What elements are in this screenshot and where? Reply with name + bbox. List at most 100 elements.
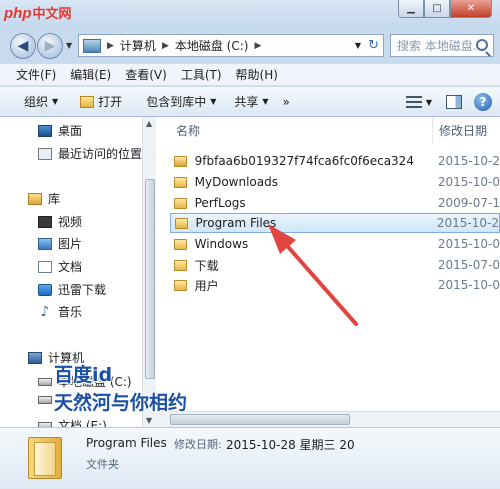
nav-label: 最近访问的位置 (58, 147, 142, 161)
toolbar-right: ▼ ? (405, 87, 500, 117)
menu-tools[interactable]: 工具(T) (174, 66, 229, 83)
nav-item-documents[interactable]: 文档 (38, 258, 82, 275)
include-in-library-label: 包含到库中 (146, 95, 207, 109)
locked-folder-icon (174, 155, 187, 167)
navigation-scrollbar[interactable]: ▲ ▼ (142, 117, 156, 427)
view-options-icon[interactable] (405, 96, 422, 108)
file-row[interactable]: 9fbfaa6b019327f74fca6fc0f6eca324 2015-10… (170, 151, 500, 171)
recent-pages-dropdown[interactable]: ▼ (66, 41, 72, 50)
nav-label: 文档 (58, 260, 83, 274)
thunder-download-icon (38, 283, 52, 296)
breadcrumb-separator[interactable]: ▶ (107, 41, 114, 51)
nav-item-videos[interactable]: 视频 (38, 213, 82, 230)
file-name: 9fbfaa6b019327f74fca6fc0f6eca324 (194, 154, 414, 168)
nav-label: 图片 (58, 237, 83, 251)
chevron-down-icon: ▼ (210, 97, 217, 106)
file-date: 2015-10-0 (437, 278, 500, 292)
close-button[interactable]: ✕ (450, 0, 492, 18)
file-date: 2015-07-0 (437, 258, 500, 272)
scrollbar-thumb[interactable] (170, 414, 350, 425)
file-row[interactable]: Windows 2015-10-0 (170, 234, 500, 254)
file-date: 2015-10-2 (436, 216, 499, 230)
file-row[interactable]: PerfLogs 2009-07-1 (170, 193, 500, 213)
search-icon[interactable] (476, 39, 488, 51)
breadcrumb-separator[interactable]: ▶ (162, 41, 169, 51)
breadcrumb-computer[interactable]: 计算机 (120, 37, 156, 54)
menu-help[interactable]: 帮助(H) (229, 66, 285, 83)
column-header-date-modified[interactable]: 修改日期 (432, 117, 487, 143)
nav-label: 文档 (E:) (58, 419, 107, 427)
folder-icon (174, 259, 187, 271)
details-date-value: 2015-10-28 星期三 20 (226, 438, 355, 452)
folder-icon (174, 238, 187, 250)
file-name: MyDownloads (194, 175, 278, 189)
nav-item-libraries[interactable]: 库 (28, 190, 60, 207)
drive-icon (38, 396, 52, 404)
file-name: PerfLogs (194, 196, 246, 210)
column-header-name[interactable]: 名称 (176, 117, 200, 143)
computer-icon (83, 38, 101, 53)
folder-icon (175, 217, 188, 229)
file-name: Program Files (195, 216, 277, 230)
help-icon[interactable]: ? (474, 93, 492, 111)
recent-places-icon (38, 147, 52, 160)
nav-label: 桌面 (58, 124, 83, 138)
back-button[interactable]: ◀ (10, 33, 36, 59)
share-button[interactable]: 共享 ▼ (224, 93, 276, 110)
open-button[interactable]: 打开 (66, 93, 130, 110)
nav-item-thunder-downloads[interactable]: 迅雷下载 (38, 281, 106, 298)
folder-icon (174, 279, 187, 291)
watermark-line-2: 天然河与你相约 (54, 392, 188, 414)
forward-button[interactable]: ▶ (37, 33, 63, 59)
nav-label: 迅雷下载 (58, 283, 107, 297)
nav-label: 视频 (58, 215, 83, 229)
maximize-button[interactable]: □ (424, 0, 450, 18)
preview-pane-icon[interactable] (446, 95, 462, 109)
include-in-library-button[interactable]: 包含到库中 ▼ (130, 93, 224, 110)
minimize-button[interactable]: ▁ (398, 0, 424, 18)
refresh-icon[interactable]: ↻ (368, 38, 379, 53)
scroll-down-icon[interactable]: ▼ (146, 416, 152, 425)
computer-icon (28, 351, 42, 364)
window-controls: ▁ □ ✕ (398, 0, 492, 18)
nav-item-drive-e[interactable]: 文档 (E:) (38, 417, 107, 427)
scroll-up-icon[interactable]: ▲ (146, 119, 152, 128)
file-row[interactable]: 用户 2015-10-0 (170, 275, 500, 295)
nav-item-desktop[interactable]: 桌面 (38, 122, 82, 139)
address-row: ◀ ▶ ▼ ▶ 计算机 ▶ 本地磁盘 (C:) ▶ ▼ ↻ 搜索 本地磁盘... (0, 30, 500, 62)
more-commands-button[interactable]: » (277, 95, 298, 109)
organize-button[interactable]: 组织 ▼ (0, 93, 66, 110)
details-name: Program Files (86, 436, 167, 450)
scrollbar-thumb[interactable] (145, 179, 155, 379)
nav-item-recent-places[interactable]: 最近访问的位置 (38, 145, 142, 162)
details-date-label: 修改日期: (174, 438, 222, 451)
menu-file[interactable]: 文件(F) (0, 66, 63, 83)
chevron-down-icon[interactable]: ▼ (426, 98, 432, 107)
file-row[interactable]: MyDownloads 2015-10-0 (170, 172, 500, 192)
music-icon: ♪ (40, 303, 50, 320)
breadcrumb-separator[interactable]: ▶ (254, 41, 261, 51)
documents-icon (38, 260, 52, 273)
menu-view[interactable]: 查看(V) (118, 66, 174, 83)
file-row[interactable]: 下载 2015-07-0 (170, 255, 500, 275)
file-name: 下载 (194, 258, 219, 273)
file-date: 2015-10-0 (437, 237, 500, 251)
horizontal-scrollbar[interactable] (156, 411, 500, 427)
breadcrumb-local-disk[interactable]: 本地磁盘 (C:) (175, 37, 249, 54)
organize-label: 组织 (24, 95, 49, 109)
nav-item-pictures[interactable]: 图片 (38, 235, 82, 252)
logo-php: php (4, 5, 32, 22)
address-bar[interactable]: ▶ 计算机 ▶ 本地磁盘 (C:) ▶ ▼ ↻ (78, 34, 384, 57)
file-date: 2009-07-1 (437, 196, 500, 210)
chevron-down-icon: ▼ (52, 97, 59, 106)
menu-edit[interactable]: 编辑(E) (63, 66, 118, 83)
file-date: 2015-10-2 (437, 154, 500, 168)
chevron-down-icon: ▼ (262, 97, 269, 106)
file-row-selected[interactable]: Program Files 2015-10-2 (170, 213, 500, 233)
file-name: 用户 (194, 278, 219, 293)
nav-item-music[interactable]: ♪ 音乐 (38, 303, 82, 320)
watermark-line-1: 百度id (54, 364, 113, 386)
address-dropdown[interactable]: ▼ (355, 41, 361, 50)
folder-icon (174, 176, 187, 188)
logo-cn: 中文网 (32, 6, 72, 21)
